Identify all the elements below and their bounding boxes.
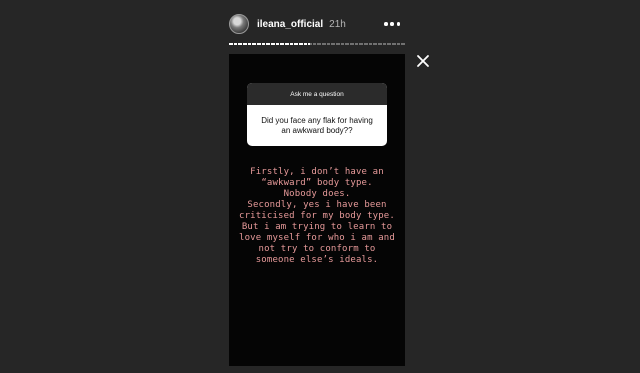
- progress-segment-fill: [294, 43, 298, 45]
- progress-segment: [322, 43, 326, 45]
- question-text: Did you face any flak for having an awkw…: [261, 115, 373, 135]
- timestamp: 21h: [329, 18, 346, 30]
- progress-segment-fill: [303, 43, 308, 45]
- progress-segment: [280, 43, 284, 45]
- progress-segment: [242, 43, 247, 45]
- story-viewer: ileana_official 21h Ask me a question Di…: [0, 0, 640, 373]
- progress-segment: [373, 43, 377, 45]
- progress-segment: [364, 43, 368, 45]
- progress-segment: [303, 43, 308, 45]
- progress-segment: [331, 43, 336, 45]
- progress-segment-fill: [289, 43, 294, 45]
- progress-segment-fill: [266, 43, 270, 45]
- progress-segment-fill: [229, 43, 233, 45]
- progress-segment-fill: [242, 43, 247, 45]
- progress-segment-fill: [256, 43, 261, 45]
- progress-segment: [270, 43, 275, 45]
- progress-segment: [289, 43, 294, 45]
- progress-segment-fill: [284, 43, 289, 45]
- story-progress-bar: [229, 43, 405, 45]
- progress-segment: [229, 43, 233, 45]
- progress-segment-fill: [233, 43, 238, 45]
- progress-segment: [387, 43, 391, 45]
- progress-segment: [247, 43, 252, 45]
- progress-segment: [354, 43, 359, 45]
- progress-segment: [298, 43, 303, 45]
- progress-segment: [256, 43, 261, 45]
- profile-avatar[interactable]: [229, 14, 249, 34]
- progress-segment-fill: [275, 43, 280, 45]
- story-header: ileana_official 21h: [229, 12, 409, 36]
- progress-segment: [284, 43, 289, 45]
- progress-segment: [391, 43, 396, 45]
- progress-segment: [382, 43, 387, 45]
- username[interactable]: ileana_official: [257, 19, 323, 30]
- close-x-icon[interactable]: [415, 53, 431, 69]
- progress-segment-fill: [252, 43, 256, 45]
- progress-segment: [401, 43, 405, 45]
- progress-segment: [340, 43, 345, 45]
- progress-segment: [261, 43, 266, 45]
- progress-segment: [368, 43, 373, 45]
- progress-segment: [294, 43, 298, 45]
- progress-segment: [326, 43, 331, 45]
- more-dots-icon[interactable]: [384, 14, 400, 34]
- progress-segment-fill: [280, 43, 284, 45]
- progress-segment: [336, 43, 340, 45]
- progress-segment: [252, 43, 256, 45]
- question-sticker: Ask me a question Did you face any flak …: [247, 83, 387, 146]
- progress-segment: [312, 43, 317, 45]
- progress-segment: [317, 43, 322, 45]
- progress-segment-fill: [261, 43, 266, 45]
- progress-segment-fill: [298, 43, 303, 45]
- progress-segment: [396, 43, 401, 45]
- progress-segment: [350, 43, 354, 45]
- progress-segment: [275, 43, 280, 45]
- progress-segment-fill: [238, 43, 242, 45]
- answer-text: Firstly, i don’t have an “awkward” body …: [239, 167, 395, 265]
- story-content[interactable]: Ask me a question Did you face any flak …: [229, 54, 405, 366]
- question-sticker-title: Ask me a question: [247, 83, 387, 105]
- progress-segment: [345, 43, 350, 45]
- progress-segment-fill: [270, 43, 275, 45]
- progress-segment: [233, 43, 238, 45]
- progress-segment: [359, 43, 364, 45]
- progress-segment: [238, 43, 242, 45]
- progress-segment: [266, 43, 270, 45]
- progress-segment-fill: [308, 43, 311, 45]
- progress-segment-fill: [247, 43, 252, 45]
- progress-segment: [308, 43, 312, 45]
- progress-segment: [378, 43, 382, 45]
